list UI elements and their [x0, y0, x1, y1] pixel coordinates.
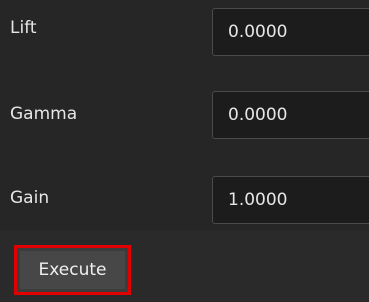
gain-label: Gain — [10, 188, 50, 208]
execute-button[interactable]: Execute — [14, 245, 131, 295]
lift-label: Lift — [10, 18, 37, 38]
gain-input[interactable]: 1.0000 — [212, 176, 369, 224]
lift-input[interactable]: 0.0000 — [212, 8, 369, 56]
gamma-label: Gamma — [10, 104, 78, 124]
execute-button-label: Execute — [20, 251, 125, 289]
color-correction-panel: Lift 0.0000 Gamma 0.0000 Gain 1.0000 Exe… — [0, 0, 369, 302]
gamma-input[interactable]: 0.0000 — [212, 91, 369, 139]
